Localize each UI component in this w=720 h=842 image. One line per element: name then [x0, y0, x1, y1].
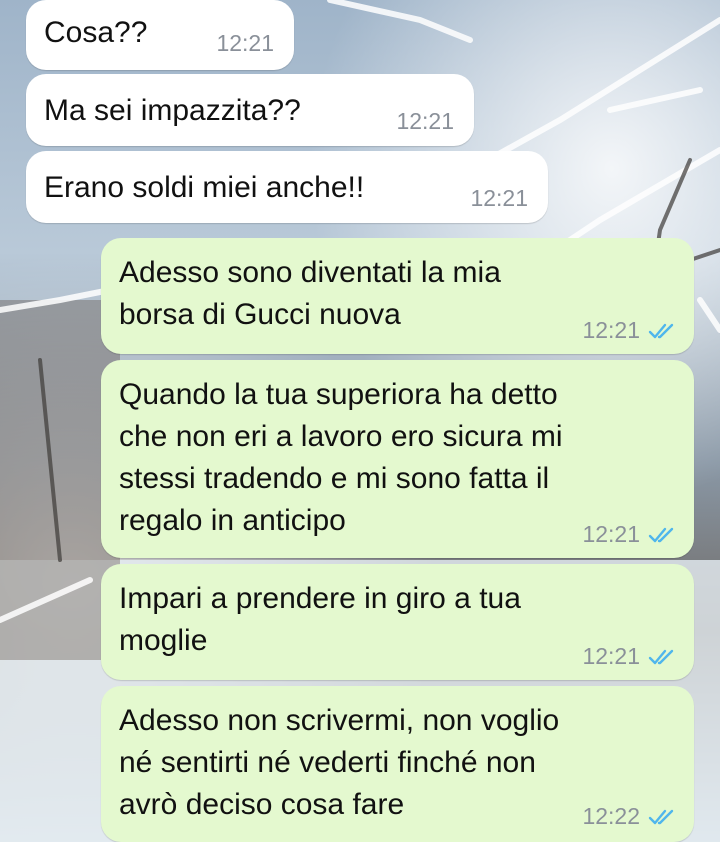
message-timestamp: 12:21	[470, 185, 528, 211]
message-meta: 12:21	[582, 317, 678, 344]
double-check-read-icon	[648, 809, 674, 824]
message-bubble-incoming[interactable]: Erano soldi miei anche!! 12:21	[26, 151, 548, 223]
message-timestamp: 12:21	[582, 521, 640, 547]
message-bubble-outgoing[interactable]: Impari a prendere in giro a tua moglie 1…	[101, 564, 694, 680]
message-text: Impari a prendere in giro a tua moglie	[119, 582, 521, 657]
message-text: Adesso non scrivermi, non voglio né sent…	[119, 704, 560, 821]
message-meta: 12:21	[582, 643, 678, 670]
message-meta: 12:21	[470, 185, 528, 212]
message-text: Ma sei impazzita??	[44, 94, 301, 127]
message-timestamp: 12:21	[216, 30, 274, 56]
message-bubble-incoming[interactable]: Cosa?? 12:21	[26, 0, 294, 70]
message-timestamp: 12:22	[582, 803, 640, 829]
message-timestamp: 12:21	[396, 108, 454, 134]
double-check-read-icon	[648, 527, 674, 542]
message-text: Adesso sono diventati la mia borsa di Gu…	[119, 256, 501, 331]
double-check-read-icon	[648, 323, 674, 338]
double-check-read-icon	[648, 649, 674, 664]
message-meta: 12:22	[582, 803, 678, 830]
message-timestamp: 12:21	[582, 317, 640, 343]
message-bubble-incoming[interactable]: Ma sei impazzita?? 12:21	[26, 74, 474, 146]
message-text: Cosa??	[44, 16, 148, 49]
message-text: Quando la tua superiora ha detto che non…	[119, 378, 563, 537]
message-meta: 12:21	[582, 521, 678, 548]
message-bubble-outgoing[interactable]: Quando la tua superiora ha detto che non…	[101, 360, 694, 558]
message-meta: 12:21	[216, 30, 274, 57]
message-text: Erano soldi miei anche!!	[44, 171, 365, 204]
message-meta: 12:21	[396, 108, 454, 135]
chat-thread[interactable]: Cosa?? 12:21 Ma sei impazzita?? 12:21 Er…	[0, 0, 720, 842]
message-timestamp: 12:21	[582, 643, 640, 669]
message-bubble-outgoing[interactable]: Adesso sono diventati la mia borsa di Gu…	[101, 238, 694, 354]
message-bubble-outgoing[interactable]: Adesso non scrivermi, non voglio né sent…	[101, 686, 694, 842]
